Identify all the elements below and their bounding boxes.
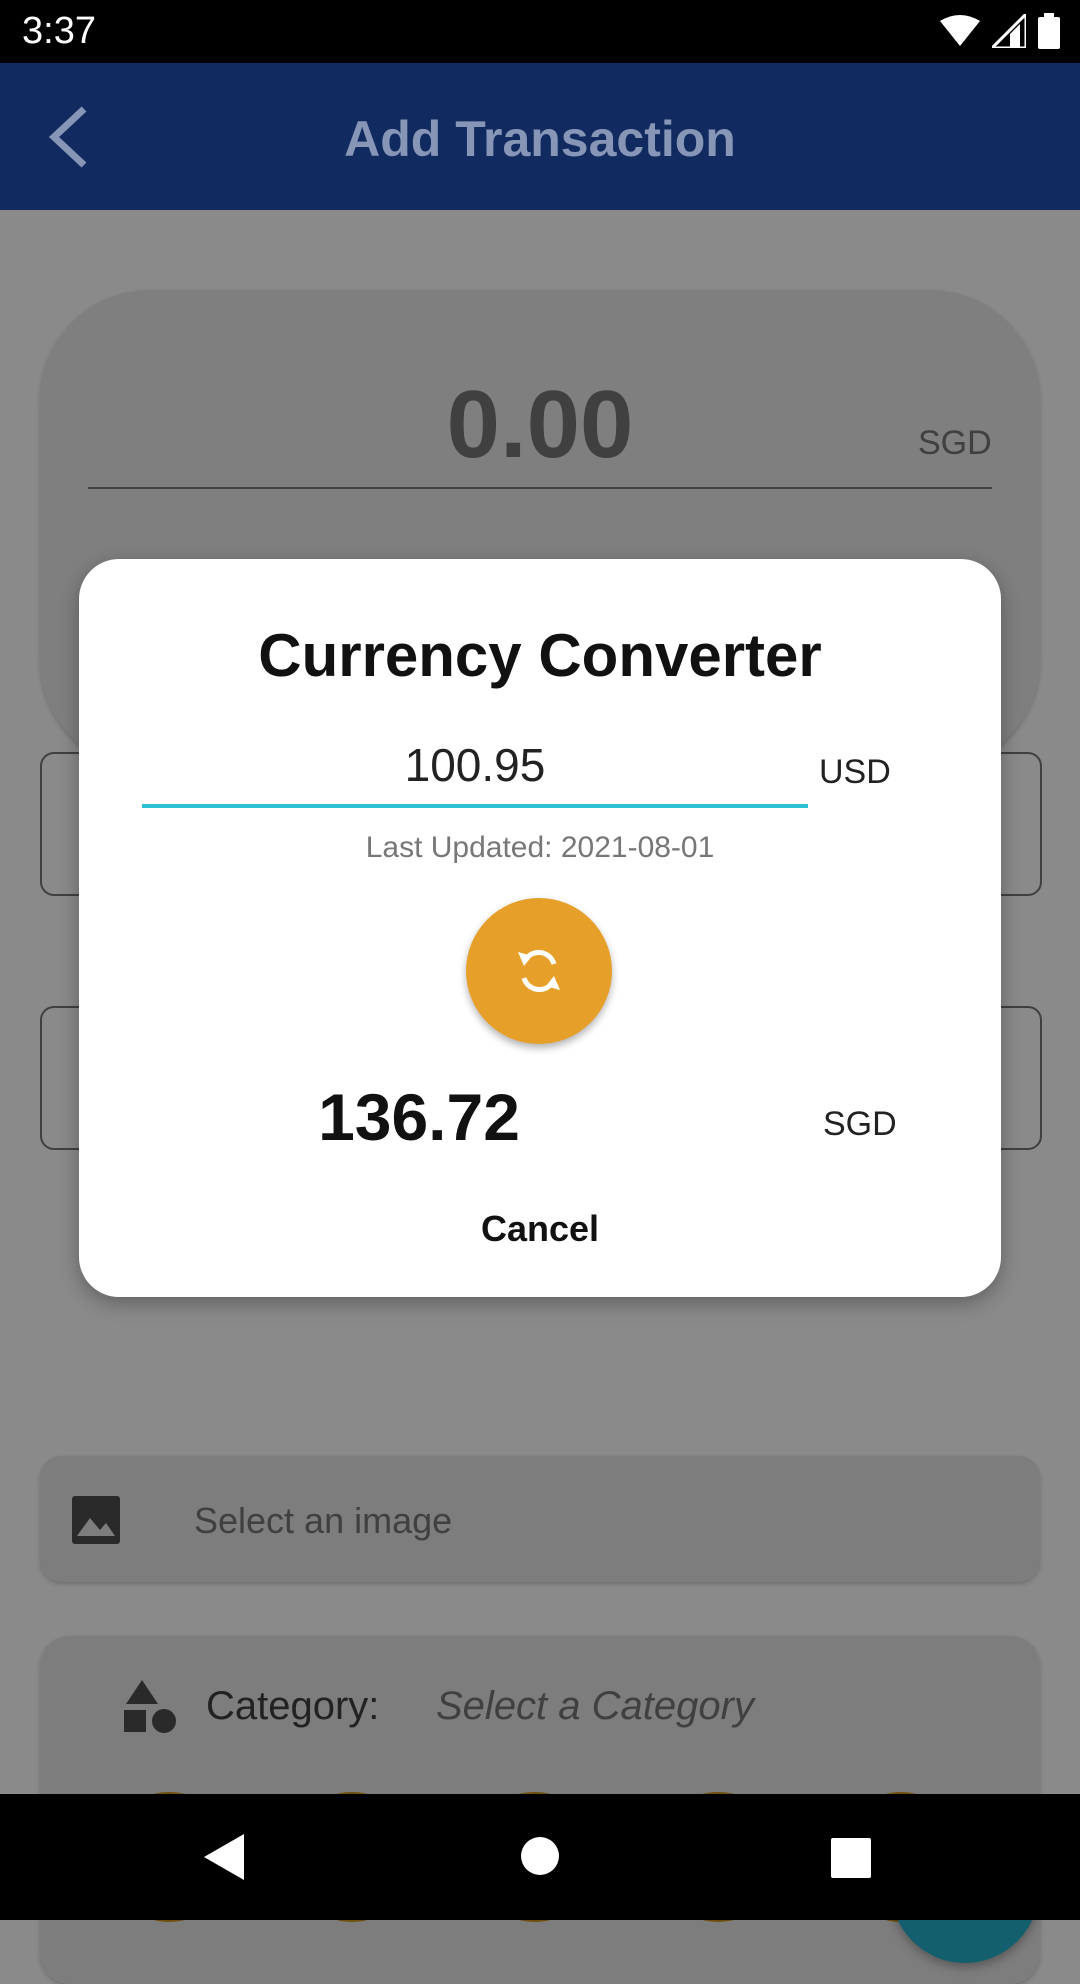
recents-nav-icon[interactable]	[831, 1838, 871, 1878]
from-currency[interactable]: USD	[819, 753, 891, 792]
image-picker[interactable]	[40, 1456, 1040, 1582]
amount-input-underline	[142, 804, 808, 808]
to-currency[interactable]: SGD	[823, 1105, 897, 1144]
back-nav-icon[interactable]	[204, 1834, 244, 1880]
home-nav-icon[interactable]	[520, 1836, 560, 1876]
amount-currency: SGD	[918, 424, 992, 462]
battery-icon	[1038, 13, 1060, 49]
image-icon	[72, 1496, 120, 1544]
status-time: 3:37	[22, 10, 96, 52]
cancel-button[interactable]: Cancel	[440, 1199, 640, 1259]
signal-icon	[992, 14, 1026, 48]
status-icons	[940, 10, 1060, 52]
dialog-title: Currency Converter	[258, 622, 822, 689]
navigation-bar	[0, 1794, 1080, 1920]
category-label: Category:	[206, 1684, 380, 1728]
category-select[interactable]: Select a Category	[436, 1684, 754, 1729]
category-shapes-icon	[124, 1680, 176, 1733]
page-title: Add Transaction	[344, 111, 736, 167]
currency-converter-dialog: Currency Converter USD Last Updated: 202…	[79, 559, 1001, 1297]
swap-button[interactable]	[466, 898, 612, 1044]
swap-icon	[518, 950, 560, 992]
amount-input[interactable]	[142, 737, 808, 793]
amount-underline	[88, 487, 992, 489]
app-bar: Add Transaction	[0, 63, 1080, 210]
status-bar: 3:37	[0, 0, 1080, 63]
wifi-icon	[940, 15, 980, 46]
converted-amount: 136.72	[318, 1080, 520, 1154]
image-placeholder: Select an image	[194, 1500, 453, 1541]
last-updated-text: Last Updated: 2021-08-01	[365, 831, 715, 864]
